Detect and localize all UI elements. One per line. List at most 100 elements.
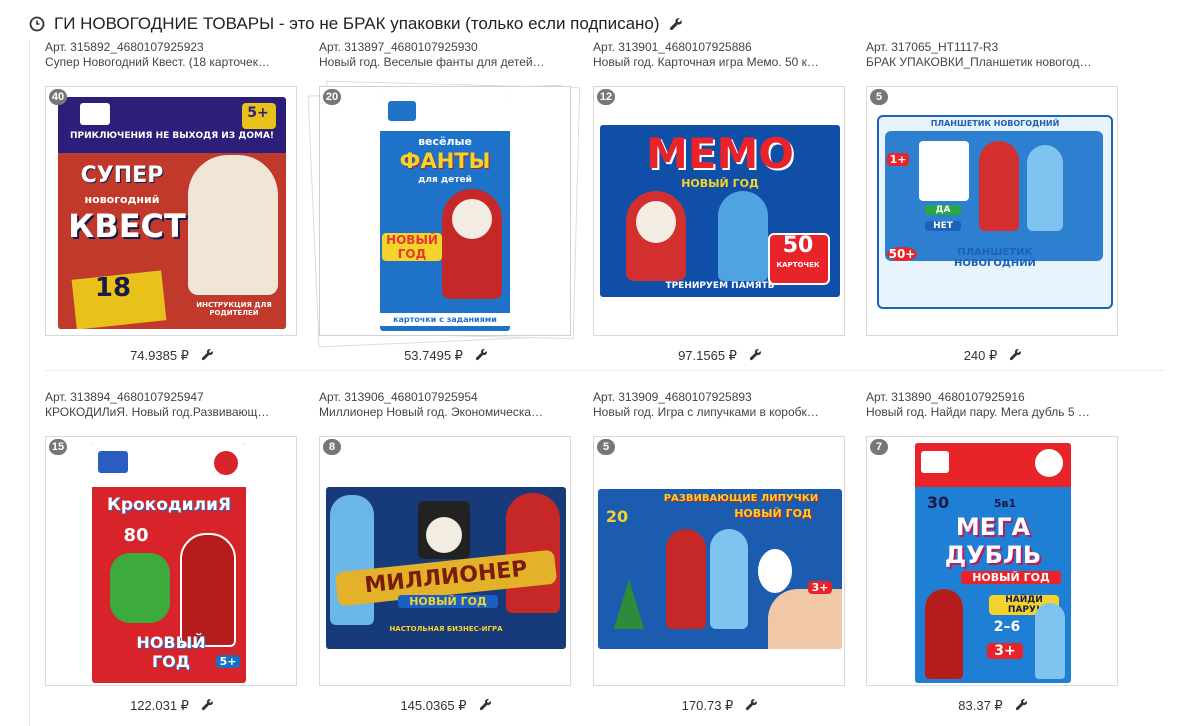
product-article: Арт. 313894_4680107925947 <box>45 390 204 404</box>
product-article: Арт. 313897_4680107925930 <box>319 40 478 54</box>
wrench-icon[interactable] <box>749 348 762 361</box>
left-rule <box>29 40 30 726</box>
box-text: КВЕСТ <box>68 207 186 245</box>
section-title: ГИ НОВОГОДНИЕ ТОВАРЫ - это не БРАК упако… <box>54 14 660 33</box>
box-text: РАЗВИВАЮЩИЕ ЛИПУЧКИ <box>663 493 819 504</box>
product-image: КрокодилиЯ 80 НОВЫЙ ГОД 5+ <box>92 443 246 683</box>
product-article: Арт. 313890_4680107925916 <box>866 390 1025 404</box>
stock-count-badge: 12 <box>597 89 615 105</box>
product-card[interactable]: Арт. 313906_4680107925954 Миллионер Новы… <box>319 390 573 713</box>
product-name[interactable]: Новый год. Карточная игра Мемо. 50 к… <box>593 55 841 70</box>
product-article: Арт. 313901_4680107925886 <box>593 40 752 54</box>
price-row: 145.0365 ₽ <box>319 698 573 714</box>
stock-count-badge: 5 <box>870 89 888 105</box>
price-row: 74.9385 ₽ <box>45 348 299 364</box>
product-image: 30 5в1 МЕГА ДУБЛЬ НОВЫЙ ГОД НАЙДИ ПАРУ! … <box>915 443 1071 683</box>
product-card[interactable]: Арт. 317065_HT1117-R3 БРАК УПАКОВКИ_План… <box>866 40 1120 363</box>
box-text: 5в1 <box>993 497 1017 510</box>
box-text: ТРЕНИРУЕМ ПАМЯТЬ <box>665 281 775 291</box>
box-text: КАРТОЧЕК <box>776 261 820 269</box>
price-row: 240 ₽ <box>866 348 1120 364</box>
product-thumbnail[interactable]: 20 весёлые ФАНТЫ для детей НОВЫЙ ГОД кар… <box>319 86 571 336</box>
price-row: 83.37 ₽ <box>866 698 1120 714</box>
product-price: 122.031 ₽ <box>130 698 189 713</box>
price-row: 97.1565 ₽ <box>593 348 847 364</box>
product-image: РАЗВИВАЮЩИЕ ЛИПУЧКИ НОВЫЙ ГОД 20 3+ <box>598 489 842 649</box>
box-text: 80 <box>123 525 149 546</box>
product-name[interactable]: Миллионер Новый год. Экономическа… <box>319 405 567 420</box>
price-row: 53.7495 ₽ <box>319 348 573 364</box>
box-text: НОВЫЙ ГОД <box>734 507 812 520</box>
box-text: НОВЫЙ ГОД <box>398 595 498 608</box>
box-text: 50 <box>782 233 814 258</box>
product-price: 74.9385 ₽ <box>130 348 189 363</box>
box-text: МЕМО <box>646 129 794 178</box>
box-text: НОВЫЙ ГОД <box>681 177 759 190</box>
box-text: 3+ <box>808 581 832 594</box>
product-thumbnail[interactable]: 7 30 5в1 МЕГА ДУБЛЬ НОВЫЙ ГОД НАЙДИ ПАРУ… <box>866 436 1118 686</box>
product-thumbnail[interactable]: 12 МЕМО НОВЫЙ ГОД 50 КАРТОЧЕК ТРЕНИРУЕМ … <box>593 86 845 336</box>
product-article: Арт. 317065_HT1117-R3 <box>866 40 999 54</box>
box-text: 5+ <box>216 655 240 668</box>
product-thumbnail[interactable]: 5 ПЛАНШЕТИК НОВОГОДНИЙ 1+ ДА НЕТ 50+ ПЛА… <box>866 86 1118 336</box>
product-image: МИЛЛИОНЕР НОВЫЙ ГОД НАСТОЛЬНАЯ БИЗНЕС-ИГ… <box>326 487 566 649</box>
wrench-icon[interactable] <box>201 698 214 711</box>
box-text: КрокодилиЯ <box>106 495 232 515</box>
row-divider <box>45 370 1165 371</box>
stock-count-badge: 8 <box>323 439 341 455</box>
product-price: 240 ₽ <box>963 348 998 363</box>
product-thumbnail[interactable]: 40 ПРИКЛЮЧЕНИЯ НЕ ВЫХОДЯ ИЗ ДОМА! СУПЕР … <box>45 86 297 336</box>
product-price: 170.73 ₽ <box>681 698 734 713</box>
box-text: 1+ <box>887 153 909 166</box>
product-article: Арт. 315892_4680107925923 <box>45 40 204 54</box>
box-text: ПЛАНШЕТИК НОВОГОДНИЙ <box>954 247 1036 269</box>
box-text: для детей <box>418 175 472 185</box>
product-name[interactable]: БРАК УПАКОВКИ_Планшетик новогод… <box>866 55 1114 70</box>
product-article: Арт. 313906_4680107925954 <box>319 390 478 404</box>
product-card[interactable]: Арт. 313894_4680107925947 КРОКОДИЛиЯ. Но… <box>45 390 299 713</box>
stock-count-badge: 20 <box>323 89 341 105</box>
wrench-icon[interactable] <box>745 698 758 711</box>
box-text: НОВЫЙ ГОД <box>382 233 442 261</box>
wrench-icon[interactable] <box>669 17 683 31</box>
product-thumbnail[interactable]: 5 РАЗВИВАЮЩИЕ ЛИПУЧКИ НОВЫЙ ГОД 20 3+ <box>593 436 845 686</box>
box-text: НОВЫЙ ГОД <box>961 571 1061 584</box>
product-thumbnail[interactable]: 15 КрокодилиЯ 80 НОВЫЙ ГОД 5+ <box>45 436 297 686</box>
product-name[interactable]: Новый год. Веселые фанты для детей… <box>319 55 567 70</box>
box-text: ПЛАНШЕТИК НОВОГОДНИЙ <box>930 119 1060 128</box>
product-name[interactable]: Супер Новогодний Квест. (18 карточек… <box>45 55 293 70</box>
product-card[interactable]: Арт. 315892_4680107925923 Супер Новогодн… <box>45 40 299 363</box>
box-text: ДУБЛЬ <box>944 541 1042 569</box>
box-text: весёлые <box>418 135 472 148</box>
product-image: ПРИКЛЮЧЕНИЯ НЕ ВЫХОДЯ ИЗ ДОМА! СУПЕР нов… <box>58 97 286 329</box>
box-text: новогодний <box>84 193 160 206</box>
price-row: 170.73 ₽ <box>593 698 847 714</box>
wrench-icon[interactable] <box>475 348 488 361</box>
product-image: ПЛАНШЕТИК НОВОГОДНИЙ 1+ ДА НЕТ 50+ ПЛАНШ… <box>877 115 1113 309</box>
product-name[interactable]: Новый год. Игра с липучками в коробк… <box>593 405 841 420</box>
stock-count-badge: 15 <box>49 439 67 455</box>
product-card[interactable]: Арт. 313901_4680107925886 Новый год. Кар… <box>593 40 847 363</box>
box-text: 50+ <box>887 247 917 261</box>
product-price: 53.7495 ₽ <box>404 348 463 363</box>
product-name[interactable]: Новый год. Найди пару. Мега дубль 5 … <box>866 405 1114 420</box>
clock-icon[interactable] <box>28 15 46 33</box>
box-text: 5+ <box>247 105 269 121</box>
box-text: ИНСТРУКЦИЯ ДЛЯ РОДИТЕЛЕЙ <box>196 301 272 317</box>
product-card[interactable]: Арт. 313909_4680107925893 Новый год. Игр… <box>593 390 847 713</box>
wrench-icon[interactable] <box>479 698 492 711</box>
wrench-icon[interactable] <box>1015 698 1028 711</box>
wrench-icon[interactable] <box>1009 348 1022 361</box>
wrench-icon[interactable] <box>201 348 214 361</box>
product-thumbnail[interactable]: 8 МИЛЛИОНЕР НОВЫЙ ГОД НАСТОЛЬНАЯ БИЗНЕС-… <box>319 436 571 686</box>
product-card[interactable]: Арт. 313897_4680107925930 Новый год. Вес… <box>307 40 581 363</box>
product-card[interactable]: Арт. 313890_4680107925916 Новый год. Най… <box>866 390 1120 713</box>
box-text: 3+ <box>987 643 1023 659</box>
box-text: 2–6 <box>993 619 1021 635</box>
box-text: ДА <box>925 205 961 215</box>
box-text: НЕТ <box>925 221 961 231</box>
product-article: Арт. 313909_4680107925893 <box>593 390 752 404</box>
box-text: ПРИКЛЮЧЕНИЯ НЕ ВЫХОДЯ ИЗ ДОМА! <box>69 131 275 141</box>
box-text: 18 <box>94 273 132 303</box>
product-name[interactable]: КРОКОДИЛиЯ. Новый год.Развивающ… <box>45 405 293 420</box>
